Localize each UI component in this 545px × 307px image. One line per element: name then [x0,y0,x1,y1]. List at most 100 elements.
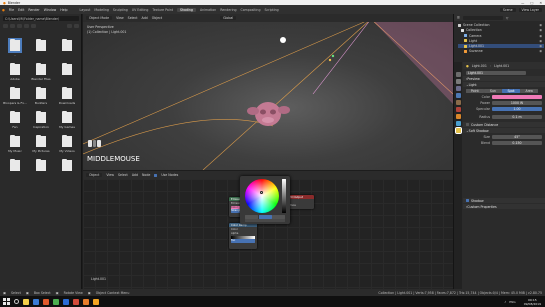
light-datablock-field[interactable]: Light.001 [466,70,526,75]
menu-file[interactable]: File [9,8,14,12]
outliner-item[interactable]: Scene Collection ◉ [458,23,544,28]
object-mode-dropdown[interactable]: Object Mode [86,16,113,20]
color-value-fields[interactable] [245,219,285,222]
properties-context-data[interactable]: Light.001 [494,64,509,68]
light-type-point[interactable]: Point [466,88,484,93]
scene-tab-icon[interactable] [455,100,461,105]
outliner-item[interactable]: Suzanne ◉ [458,49,544,54]
file-item[interactable]: My Pictures [28,134,54,154]
back-icon[interactable] [3,23,8,28]
file-item[interactable]: Bloopers & Fx... [2,86,28,106]
tab-compositing[interactable]: Compositing [241,8,261,12]
file-item[interactable] [28,38,54,58]
app-icon[interactable] [53,298,59,305]
value-slider[interactable] [282,179,286,213]
visibility-eye-icon[interactable]: ◉ [539,34,544,38]
outliner-search-input[interactable] [462,15,503,20]
tab-layout[interactable]: Layout [80,8,91,12]
spot-size-field[interactable]: 45° [492,134,542,139]
tab-scripting[interactable]: Scripting [264,8,278,12]
display-mode-icon[interactable] [67,23,72,28]
tab-animation[interactable]: Animation [200,8,216,12]
file-item[interactable]: .. [2,38,28,58]
output-tab-icon[interactable] [455,86,461,91]
color-mode-hsl[interactable] [272,215,285,219]
light-type-spot[interactable]: Spot [502,88,520,93]
menu-render[interactable]: Render [28,8,39,12]
color-wheel-cursor[interactable] [260,191,263,194]
section-custom-properties[interactable]: › Custom Properties [463,204,545,209]
language-indicator[interactable]: ENG [509,300,515,304]
tab-shading[interactable]: Shading [177,7,196,12]
color-mode-hsv[interactable] [258,215,272,219]
file-item[interactable]: Blender Files [28,62,54,82]
3d-viewport[interactable]: Object Mode View Select Add Object Globa… [83,14,453,170]
windows-start-icon[interactable] [3,298,10,305]
visibility-eye-icon[interactable]: ◉ [539,49,544,53]
new-folder-icon[interactable] [31,23,36,28]
visibility-eye-icon[interactable]: ◉ [539,39,544,43]
menu-help[interactable]: Help [60,8,67,12]
custom-distance-checkbox[interactable] [466,123,469,126]
color-picker-popup[interactable] [240,176,290,224]
hue-saturation-wheel[interactable] [245,179,279,213]
power-field[interactable]: 1000 W [492,100,542,105]
light-type-sun[interactable]: Sun [484,88,502,93]
viewport-menu-view[interactable]: View [116,16,124,20]
outliner-item[interactable]: Light ◉ [458,39,544,44]
file-item[interactable] [54,158,80,178]
outliner-item[interactable]: Camera ◉ [458,33,544,38]
viewport-menu-object[interactable]: Object [152,16,162,20]
minimize-button[interactable]: — [521,1,524,5]
tab-modeling[interactable]: Modeling [94,8,109,12]
section-spot-shape[interactable]: ⌄ Soft Shadow [463,128,545,133]
shadow-checkbox[interactable] [466,199,469,202]
render-tab-icon[interactable] [455,79,461,84]
forward-icon[interactable] [10,23,15,28]
visibility-eye-icon[interactable]: ◉ [539,28,544,32]
menu-window[interactable]: Window [44,8,57,12]
file-item[interactable] [54,62,80,82]
file-item[interactable] [54,38,80,58]
tab-texture-paint[interactable]: Texture Paint [152,8,173,12]
view-layer-selector[interactable]: View Layer [518,7,542,12]
scene-selector[interactable]: Scene [499,7,516,12]
file-explorer-icon[interactable] [23,298,29,305]
point-light-icon[interactable] [280,37,286,43]
tab-rendering[interactable]: Rendering [220,8,236,12]
file-item[interactable]: Inspiration [28,110,54,130]
constraints-tab-icon[interactable] [455,121,461,126]
color-mode-rgb[interactable] [245,215,258,219]
properties-context-object[interactable]: Light.001 [472,64,487,68]
visibility-eye-icon[interactable]: ◉ [539,44,544,48]
app-icon[interactable] [73,298,79,305]
light-data-tab-icon[interactable] [454,127,462,134]
volume-icon[interactable]: ♪ [504,300,506,304]
section-preview[interactable]: › Preview [463,76,545,81]
section-light[interactable]: ⌄ Light [463,82,545,87]
system-clock[interactable]: 09:15 09/08/2019 [524,298,545,306]
browser-icon[interactable] [33,298,39,305]
gizmo-handle-icon[interactable] [331,54,335,58]
file-item[interactable]: Builders [28,86,54,106]
maximize-button[interactable]: □ [530,1,533,5]
filter-icon[interactable]: ▽ [506,16,508,20]
file-item[interactable] [2,158,28,178]
file-path-field[interactable]: C:\Users\Mi\Folder_name\Blender\ [3,16,79,21]
world-tab-icon[interactable] [455,107,461,112]
visibility-eye-icon[interactable]: ◉ [539,23,544,27]
tool-tab-icon[interactable] [455,72,461,77]
section-custom-distance[interactable]: Custom Distance [463,122,545,127]
blender-menu-icon[interactable]: ● [2,8,5,12]
gizmo-handle-icon[interactable] [328,58,332,62]
transform-orientation-dropdown[interactable]: Global [220,16,237,20]
light-type-area[interactable]: Area [520,88,538,93]
radius-field[interactable]: 0.1 m [492,114,542,119]
viewport-menu-add[interactable]: Add [142,16,148,20]
app-icon[interactable] [93,298,99,305]
app-icon[interactable] [63,298,69,305]
color-ramp-fac-input[interactable]: Fac [231,239,255,243]
view-layer-tab-icon[interactable] [455,93,461,98]
tab-uv-editing[interactable]: UV Editing [132,8,149,12]
filter-icon[interactable] [74,23,79,28]
